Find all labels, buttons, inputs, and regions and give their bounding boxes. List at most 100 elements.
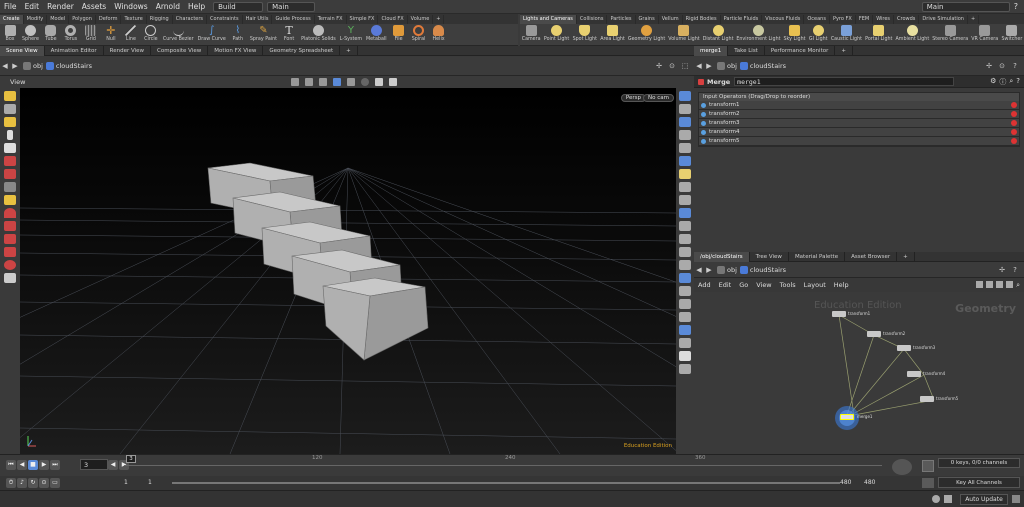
network-node[interactable] (897, 345, 911, 351)
transform-icon[interactable] (305, 78, 314, 86)
display-icon[interactable] (679, 299, 691, 309)
key-all-channels-button[interactable]: Key All Channels (938, 477, 1020, 488)
network-node[interactable] (867, 331, 881, 337)
network-menu-edit[interactable]: Edit (715, 281, 736, 289)
tool-point-light[interactable]: Point Light (542, 24, 571, 42)
record-icon[interactable] (361, 78, 370, 86)
current-frame-field[interactable]: 3 (80, 459, 108, 470)
snap-point-icon[interactable] (4, 247, 16, 257)
node-name-field[interactable]: merge1 (734, 77, 955, 86)
shelf-tab[interactable]: Modify (24, 14, 48, 24)
go-start-icon[interactable]: ⏮ (6, 460, 16, 470)
playhead-marker[interactable]: 3 (126, 455, 136, 463)
start-frame-field[interactable]: 1 (124, 478, 144, 488)
back-icon[interactable]: ◀ (694, 61, 704, 71)
context-select[interactable]: Main (267, 1, 316, 12)
tool-font[interactable]: T Font (279, 24, 299, 42)
auto-update-select[interactable]: Auto Update (960, 494, 1008, 505)
display-icon[interactable] (679, 286, 691, 296)
tool-spot-light[interactable]: Spot Light (571, 24, 599, 42)
display-icon[interactable] (679, 364, 691, 374)
remove-icon[interactable] (1011, 111, 1017, 117)
tool-null[interactable]: ✛ Null (101, 24, 121, 42)
tool-circle[interactable]: Circle (141, 24, 161, 42)
shelf-tab[interactable]: Texture (121, 14, 147, 24)
tool-platonic-solids[interactable]: Platonic Solids (299, 24, 338, 42)
back-icon[interactable]: ◀ (0, 61, 10, 71)
tab-composite-view[interactable]: Composite View (151, 45, 209, 56)
shelf-tab[interactable]: Volume (408, 14, 434, 24)
list-item[interactable]: transform2 (699, 110, 1019, 119)
move-tool-icon[interactable] (4, 104, 16, 114)
shelf-tab[interactable]: Guide Process (272, 14, 315, 24)
tool-spray-paint[interactable]: ✎ Spray Paint (248, 24, 279, 42)
network-tool-icon[interactable] (1006, 280, 1014, 288)
shelf-tab[interactable]: FEM (856, 14, 874, 24)
tab-take-list[interactable]: Take List (728, 45, 765, 56)
breadcrumb[interactable]: obj (717, 62, 737, 70)
tool-l-system[interactable]: Y L-System (338, 24, 364, 42)
shelf-tab[interactable]: Lights and Cameras (520, 14, 577, 24)
link-icon[interactable]: ⊙ (997, 61, 1007, 71)
forward-icon[interactable]: ▶ (704, 61, 714, 71)
shelf-tab[interactable]: Hair Utils (243, 14, 273, 24)
tool-helix[interactable]: Helix (429, 24, 449, 42)
shelf-tab[interactable]: Model (47, 14, 70, 24)
display-icon[interactable] (679, 351, 691, 361)
shelf-tab[interactable]: Create (0, 14, 24, 24)
shelf-tab[interactable]: Terrain FX (315, 14, 347, 24)
shelf-tab[interactable]: Polygon (69, 14, 96, 24)
shelf-tab[interactable]: Grains (636, 14, 659, 24)
display-icon[interactable] (679, 221, 691, 231)
shelf-tab[interactable]: Pyro FX (830, 14, 856, 24)
magnet-icon[interactable] (4, 208, 16, 218)
scene-viewport[interactable]: Persp No cam Education Edition (20, 88, 676, 454)
shelf-tab[interactable]: Rigging (147, 14, 173, 24)
end-frame-field[interactable]: 480 (864, 478, 884, 488)
loop-icon[interactable]: ↻ (28, 478, 38, 488)
key-channels-icon[interactable] (922, 478, 934, 488)
tab-geometry-spreadsheet[interactable]: Geometry Spreadsheet (263, 45, 341, 56)
network-menu-go[interactable]: Go (735, 281, 752, 289)
rotate-icon[interactable] (319, 78, 328, 86)
display-icon[interactable] (679, 117, 691, 127)
rotate-tool-icon[interactable] (4, 117, 16, 127)
expand-icon[interactable]: ⬚ (680, 61, 690, 71)
menu-arnold[interactable]: Arnold (152, 2, 184, 11)
tool-grid[interactable]: Grid (81, 24, 101, 42)
display-icon[interactable] (679, 91, 691, 101)
scale-tool-icon[interactable] (4, 169, 16, 179)
display-icon[interactable] (679, 273, 691, 283)
shelf-tab[interactable]: Particles (607, 14, 636, 24)
network-tool-icon[interactable] (976, 280, 984, 288)
tool-switcher[interactable]: Switcher (1000, 24, 1024, 42)
playback-end-field[interactable]: 480 (840, 478, 860, 488)
handle-icon[interactable] (4, 156, 16, 166)
camera-menu[interactable]: No cam (643, 93, 674, 102)
snap-prim-icon[interactable] (4, 234, 16, 244)
tab-performance-monitor[interactable]: Performance Monitor (765, 45, 836, 56)
pose-tool-icon[interactable] (4, 195, 16, 205)
remove-icon[interactable] (1011, 120, 1017, 126)
list-item[interactable]: transform3 (699, 119, 1019, 128)
help-icon[interactable]: ? (1010, 61, 1020, 71)
list-item[interactable]: transform1 (699, 101, 1019, 110)
tool-draw-curve[interactable]: ∫ Draw Curve (196, 24, 228, 42)
play-icon[interactable]: ▶ (39, 460, 49, 470)
shelf-tab[interactable]: Cloud FX (378, 14, 408, 24)
display-icon[interactable] (679, 130, 691, 140)
tool-gi-light[interactable]: GI Light (807, 24, 829, 42)
tool-distant-light[interactable]: Distant Light (701, 24, 735, 42)
network-menu-add[interactable]: Add (694, 281, 715, 289)
tab-network[interactable]: /obj/cloudStairs (694, 251, 750, 262)
tool-geometry-light[interactable]: Geometry Light (626, 24, 666, 42)
tool-torus[interactable]: Torus (61, 24, 81, 42)
light-icon[interactable] (679, 169, 691, 179)
breadcrumb[interactable]: cloudStairs (739, 265, 786, 274)
menu-assets[interactable]: Assets (78, 2, 110, 11)
magnet-snap-icon[interactable] (4, 260, 16, 270)
remove-icon[interactable] (1011, 138, 1017, 144)
tool-area-light[interactable]: Area Light (599, 24, 627, 42)
remove-icon[interactable] (1011, 102, 1017, 108)
menu-windows[interactable]: Windows (110, 2, 151, 11)
